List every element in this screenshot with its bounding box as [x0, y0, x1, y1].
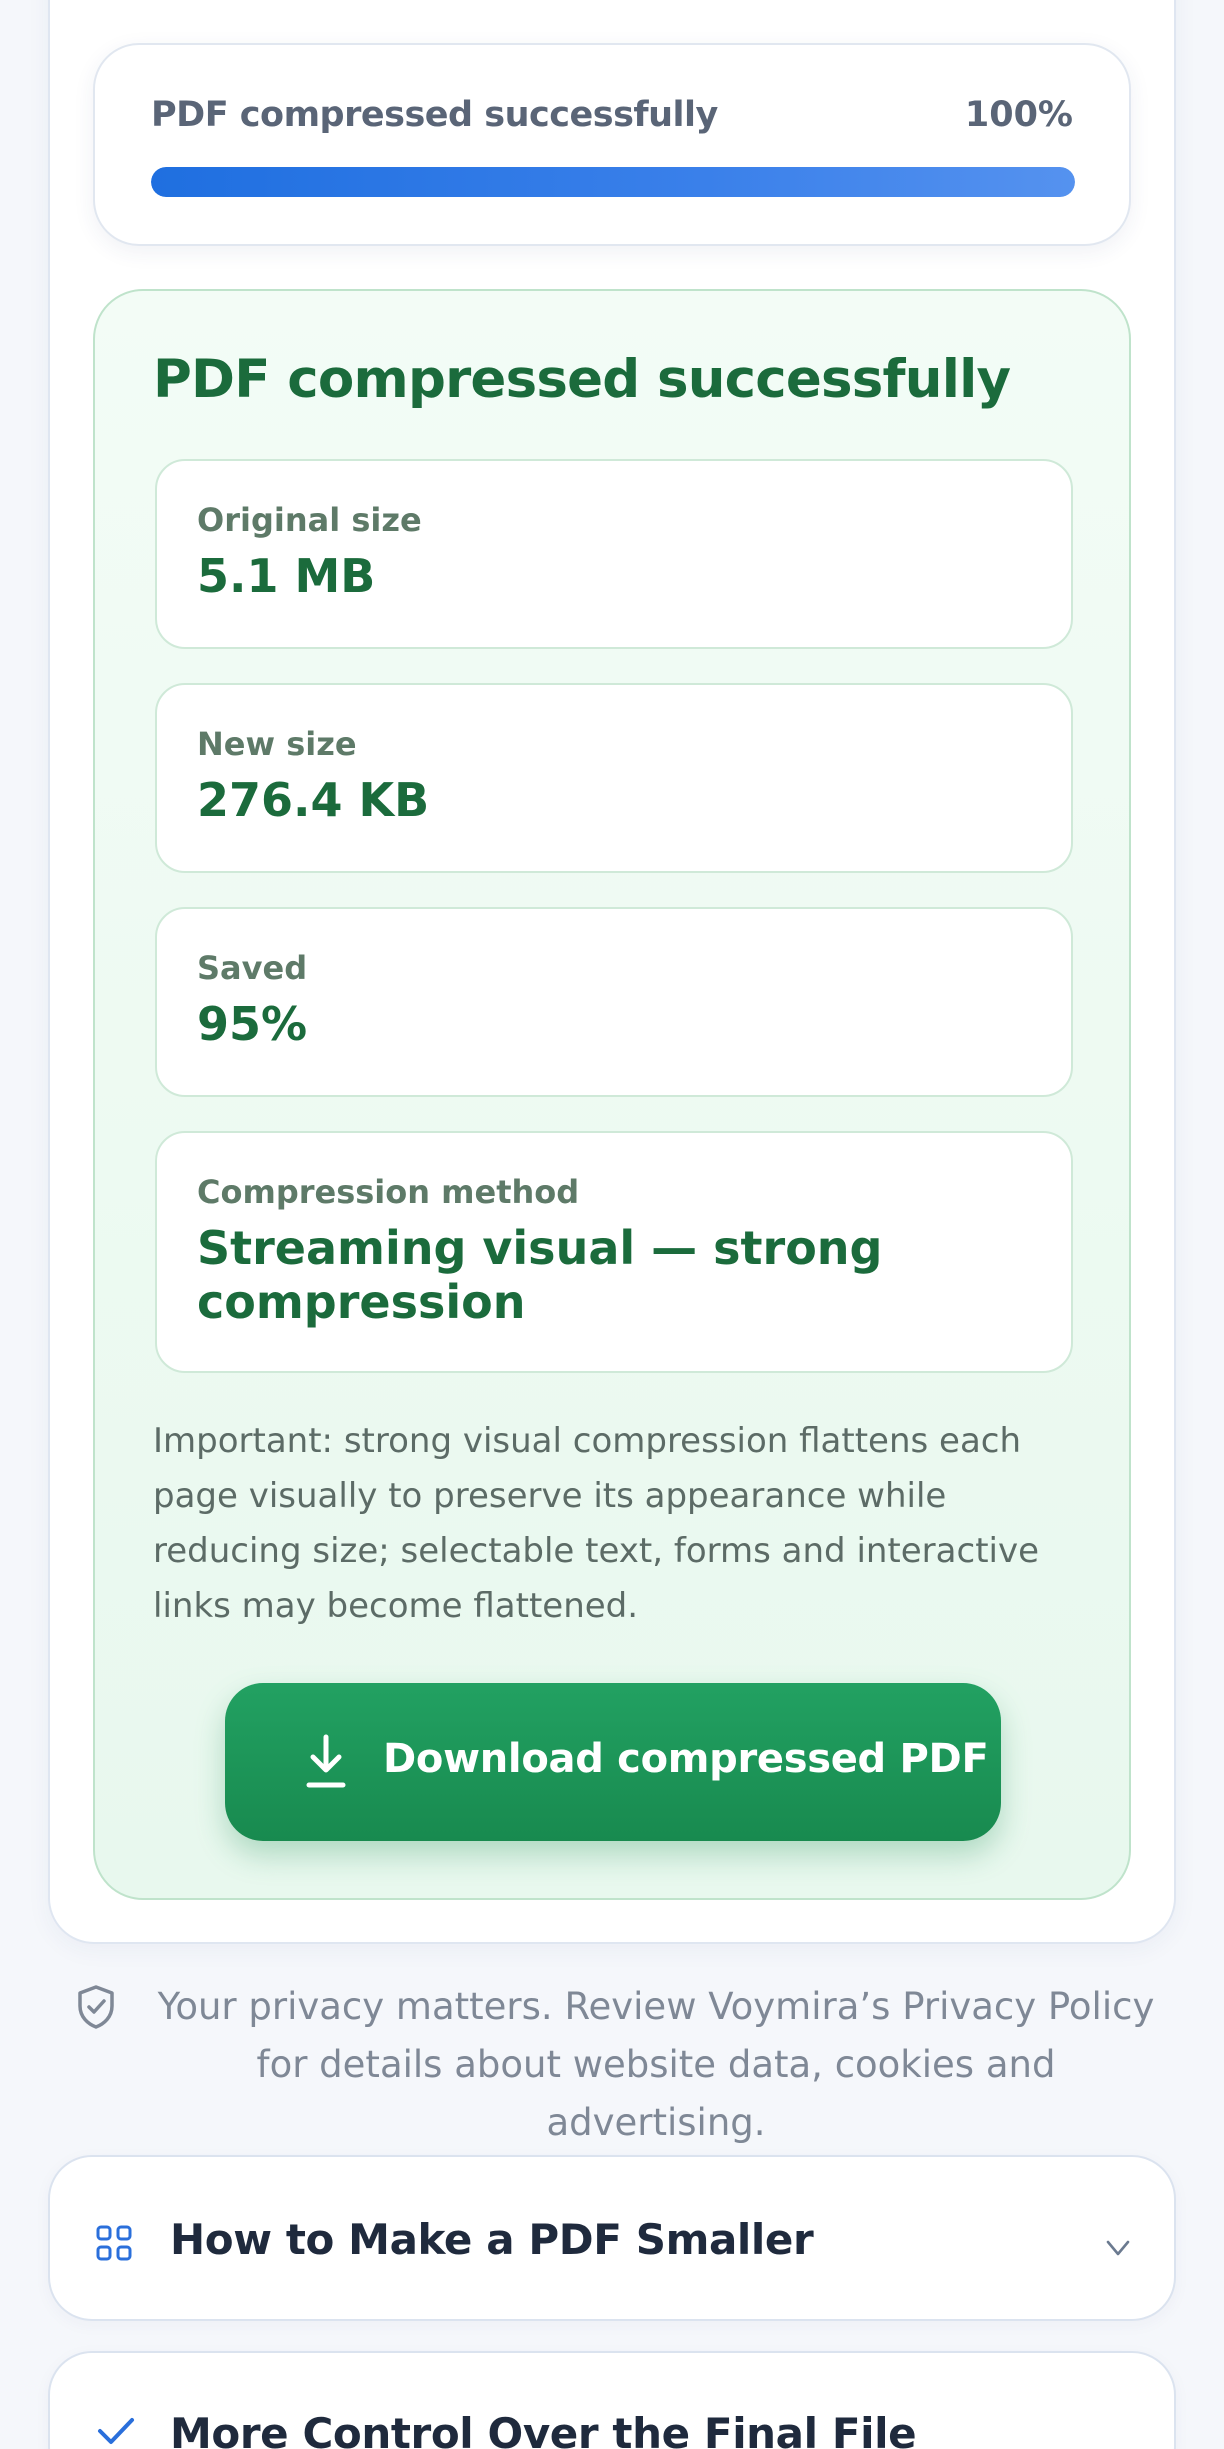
stat-new-size: New size 276.4 KB	[155, 683, 1073, 873]
grid-icon	[96, 2225, 132, 2261]
progress-bar-fill	[151, 167, 1075, 197]
stat-label: Saved	[197, 949, 308, 987]
stat-label: Original size	[197, 501, 422, 539]
stat-saved: Saved 95%	[155, 907, 1073, 1097]
download-icon	[306, 1734, 346, 1788]
download-button-label: Download compressed PDF	[383, 1736, 989, 1782]
result-title: PDF compressed successfully	[153, 349, 1011, 410]
stat-value: 276.4 KB	[197, 773, 430, 827]
download-compressed-pdf-button[interactable]: Download compressed PDF	[225, 1683, 1001, 1841]
accordion-how-to-make-pdf-smaller[interactable]: How to Make a PDF Smaller	[48, 2155, 1176, 2321]
page: PDF compressed successfully 100% PDF com…	[0, 0, 1224, 2449]
stat-value: 95%	[197, 997, 308, 1051]
chevron-down-icon	[1106, 2240, 1130, 2256]
accordion-title: How to Make a PDF Smaller	[170, 2215, 814, 2264]
result-card: PDF compressed successfully Original siz…	[93, 289, 1131, 1900]
progress-status-label: PDF compressed successfully	[151, 95, 718, 135]
check-icon	[98, 2418, 134, 2444]
accordion-title: More Control Over the Final File	[170, 2409, 917, 2449]
stat-label: Compression method	[197, 1173, 580, 1211]
stat-label: New size	[197, 725, 357, 763]
progress-card: PDF compressed successfully 100%	[93, 43, 1131, 246]
stat-value: Streaming visual — strong compression	[197, 1221, 883, 1329]
progress-percent: 100%	[964, 95, 1073, 135]
stat-compression-method: Compression method Streaming visual — st…	[155, 1131, 1073, 1373]
important-note: Important: strong visual compression fla…	[153, 1421, 1040, 1626]
privacy-text: Your privacy matters. Review Voymira’s P…	[157, 1985, 1155, 2144]
shield-check-icon	[78, 1985, 114, 2029]
progress-bar	[151, 167, 1075, 197]
stat-value: 5.1 MB	[197, 549, 376, 603]
accordion-more-control[interactable]: More Control Over the Final File	[48, 2351, 1176, 2449]
stat-original-size: Original size 5.1 MB	[155, 459, 1073, 649]
